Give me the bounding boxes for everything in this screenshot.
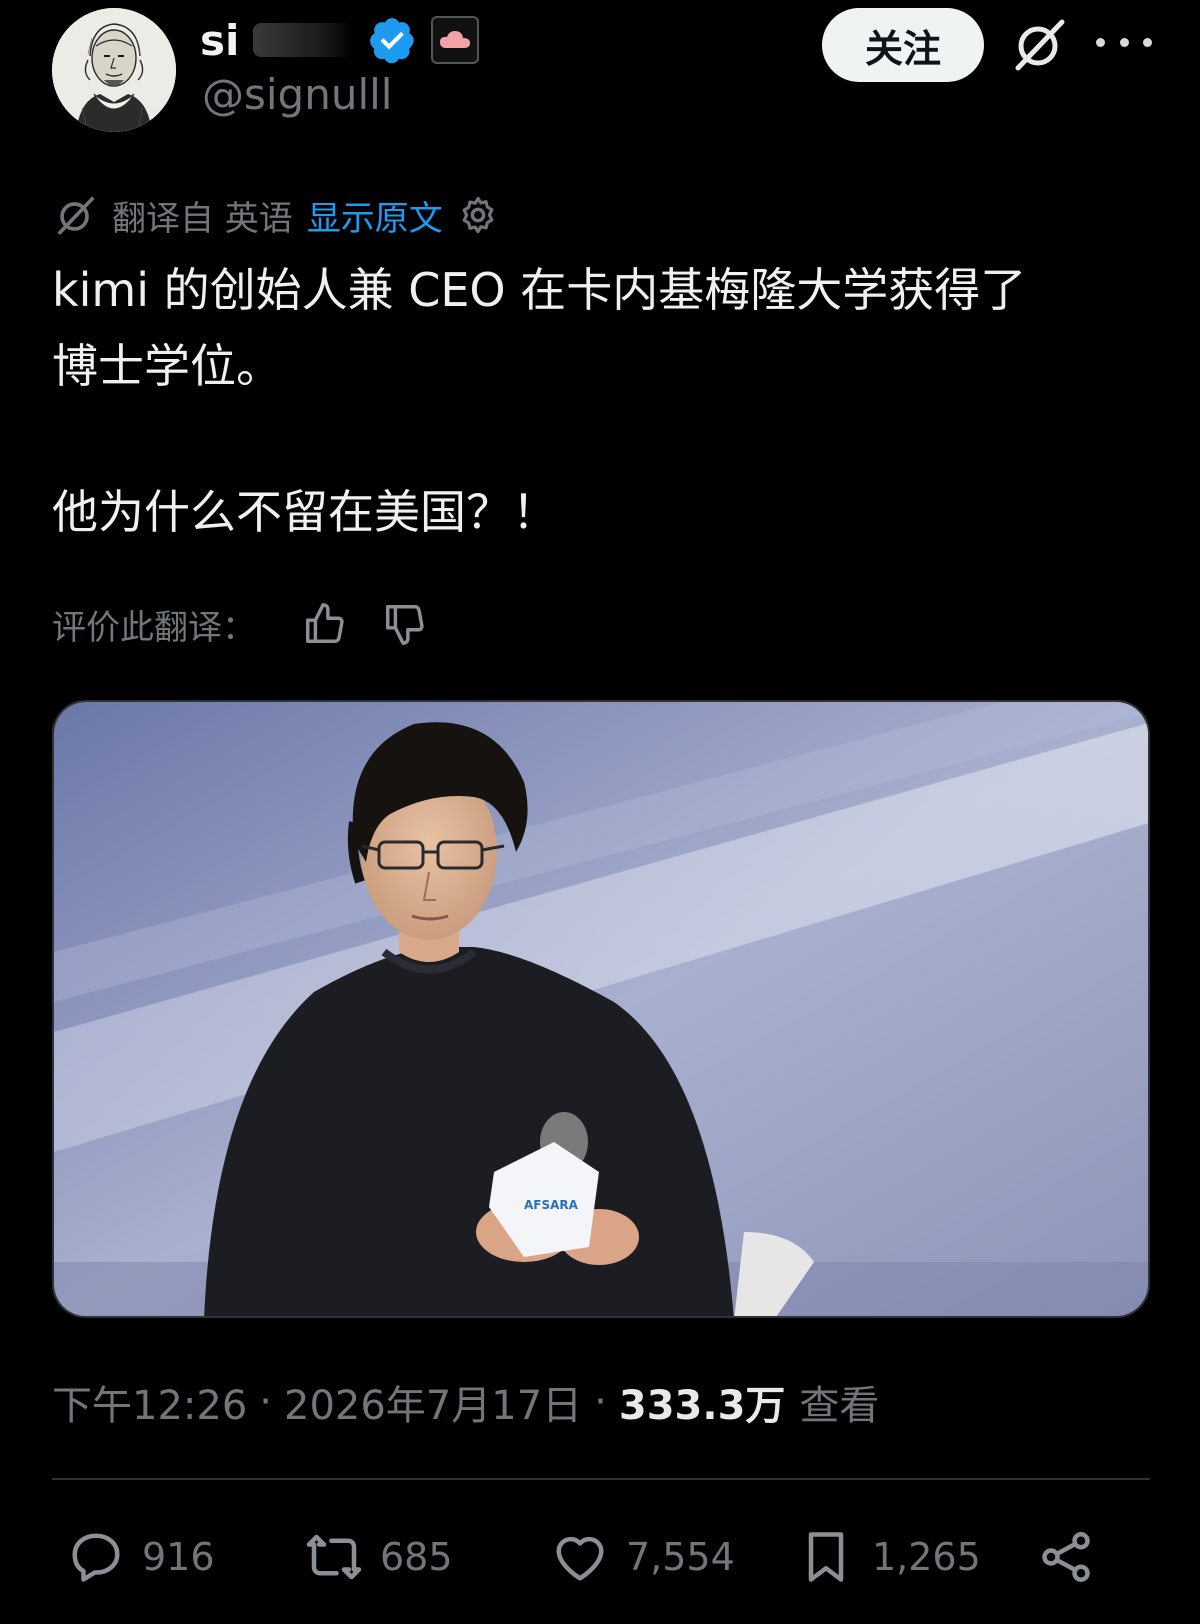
views-count[interactable]: 333.3万 (619, 1373, 786, 1431)
separator-dot: · (594, 1379, 607, 1425)
rate-translation-row: 评价此翻译： (52, 596, 428, 652)
display-name-obscured (253, 23, 354, 57)
grok-button[interactable] (1010, 14, 1070, 74)
tweet-text-line: kimi 的创始人兼 CEO 在卡内基梅隆大学获得了 (52, 263, 1027, 317)
mic-label: AFSARA (524, 1198, 579, 1212)
tweet-time[interactable]: 下午12:26 (52, 1373, 247, 1431)
thumbs-up-icon[interactable] (302, 601, 348, 647)
display-name[interactable]: si (200, 16, 239, 65)
share-icon (1042, 1532, 1090, 1582)
separator-dot: · (259, 1379, 272, 1425)
reply-count: 916 (142, 1535, 215, 1579)
bookmark-count: 1,265 (872, 1535, 981, 1579)
like-count: 7,554 (626, 1535, 735, 1579)
grok-icon (1015, 19, 1065, 71)
follow-button[interactable]: 关注 (822, 8, 984, 82)
views-label: 查看 (799, 1383, 880, 1429)
more-icon-dot (1143, 37, 1152, 47)
tweet-text-line: 博士学位。 (52, 339, 282, 393)
tweet-date[interactable]: 2026年7月17日 (284, 1373, 582, 1431)
tweet-photo[interactable]: AFSARA (52, 700, 1150, 1318)
tweet-actions: 916 685 7,554 1,265 (52, 1522, 1150, 1592)
translation-row: 翻译自 英语 显示原文 (54, 190, 499, 240)
shakespeare-portrait-avatar-icon (52, 8, 176, 132)
affiliate-badge[interactable] (431, 16, 480, 64)
thumbs-down-icon[interactable] (382, 601, 428, 647)
photo-person-with-microphone: AFSARA (54, 702, 1148, 1316)
rate-translation-label: 评价此翻译： (52, 607, 256, 648)
verified-badge-icon[interactable] (367, 15, 417, 65)
tweet-text: kimi 的创始人兼 CEO 在卡内基梅隆大学获得了 博士学位。 他为什么不留在… (52, 252, 1152, 550)
like-button[interactable]: 7,554 (550, 1522, 735, 1592)
divider (52, 1478, 1150, 1480)
reply-icon (72, 1533, 120, 1582)
gear-icon[interactable] (457, 194, 499, 236)
bookmark-button[interactable]: 1,265 (796, 1522, 981, 1592)
more-button[interactable] (1096, 20, 1152, 64)
grok-translate-icon (58, 197, 94, 235)
more-icon (1096, 37, 1105, 47)
reply-button[interactable]: 916 (66, 1522, 215, 1592)
name-row: si (200, 12, 480, 68)
show-original-link[interactable]: 显示原文 (307, 191, 443, 240)
heart-icon (556, 1536, 604, 1581)
more-icon-dot (1119, 37, 1129, 47)
repost-icon (306, 1534, 362, 1580)
repost-count: 685 (380, 1535, 453, 1579)
cloud-affiliate-icon (440, 31, 471, 48)
bookmark-icon (808, 1532, 844, 1582)
share-button[interactable] (1036, 1522, 1096, 1592)
tweet-header: si @signulll 关注 (0, 0, 1200, 140)
tweet-text-line: 他为什么不留在美国？！ (52, 485, 558, 539)
handle[interactable]: @signulll (202, 70, 392, 119)
avatar[interactable] (52, 8, 176, 132)
repost-button[interactable]: 685 (304, 1522, 453, 1592)
translated-from-label: 翻译自 英语 (112, 198, 293, 239)
tweet-meta: 下午12:26 · 2026年7月17日 · 333.3万 查看 (52, 1374, 879, 1430)
